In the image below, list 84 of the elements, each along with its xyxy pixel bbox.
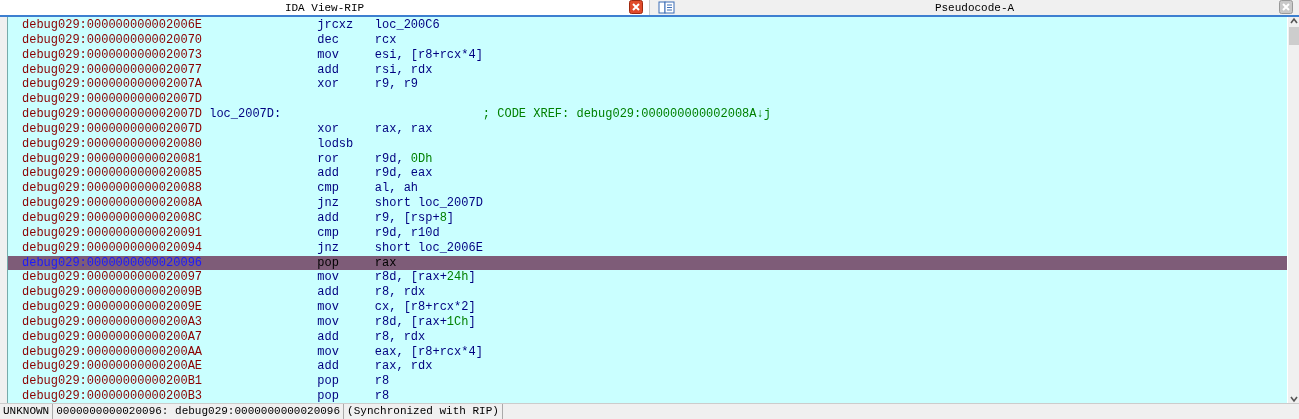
address: debug029:00000000000200AA	[22, 344, 202, 360]
operands: rax, rdx	[374, 359, 433, 375]
address: debug029:000000000002007D	[22, 92, 202, 108]
address: debug029:000000000002008A	[22, 196, 202, 211]
operands: r9d, r10d	[374, 225, 440, 241]
address: debug029:0000000000020091	[22, 225, 202, 241]
tab[interactable]: Pseudocode-A	[934, 1, 1015, 14]
operands: r9d, 0Dh	[374, 151, 433, 167]
mnemonic: add	[317, 329, 340, 345]
address: debug029:00000000000200A3	[22, 314, 202, 330]
operands: r8	[374, 389, 390, 403]
operands: esi, [r8+rcx*4]	[374, 47, 483, 63]
address: debug029:0000000000020085	[22, 166, 202, 182]
address: debug029:0000000000020073	[22, 47, 202, 63]
operands: rsi, rdx	[374, 62, 433, 78]
mnemonic: jnz	[317, 240, 340, 256]
operands: rcx	[374, 32, 397, 48]
mnemonic: cmp	[317, 181, 340, 197]
mnemonic: lodsb	[317, 136, 355, 152]
address: debug029:0000000000020077	[22, 62, 202, 78]
address: debug029:0000000000020081	[22, 151, 202, 167]
tab[interactable]: IDA View-RIP	[284, 1, 365, 14]
mnemonic: mov	[317, 270, 340, 286]
address: debug029:000000000002008C	[22, 210, 202, 226]
operands: r8, rdx	[374, 329, 426, 345]
operands: short loc_2006E	[374, 240, 483, 256]
operands: r9, r9	[374, 77, 419, 93]
mnemonic: add	[317, 285, 340, 301]
mnemonic: xor	[317, 121, 340, 137]
mnemonic: jnz	[317, 196, 340, 211]
status-text: 0000000000020096: debug029:0000000000020096	[53, 404, 345, 419]
address: debug029:000000000002007D	[22, 107, 202, 122]
close-icon[interactable]	[629, 0, 643, 14]
address: debug029:0000000000020094	[22, 240, 202, 256]
operands: short loc_2007D	[374, 196, 483, 211]
operands: r9, [rsp+8]	[374, 210, 455, 226]
operands: r9d, eax	[374, 166, 433, 182]
mnemonic: mov	[317, 344, 340, 360]
address: debug029:000000000002007A	[22, 77, 202, 93]
mnemonic: xor	[317, 77, 340, 93]
mnemonic: mov	[317, 47, 340, 63]
mnemonic: add	[317, 62, 340, 78]
address: debug029:0000000000020070	[22, 32, 202, 48]
document-icon	[658, 1, 676, 14]
mnemonic: pop	[317, 374, 340, 390]
address: debug029:0000000000020097	[22, 270, 202, 286]
operands: eax, [r8+rcx*4]	[374, 344, 483, 360]
operands: r8d, [rax+24h]	[374, 270, 476, 286]
mnemonic: add	[317, 210, 340, 226]
address: debug029:00000000000200B1	[22, 374, 202, 390]
operands: rax	[374, 255, 397, 271]
operands: r8	[374, 374, 390, 390]
address: debug029:000000000002009B	[22, 285, 202, 301]
operands: r8d, [rax+1Ch]	[374, 314, 476, 330]
mnemonic: add	[317, 359, 340, 375]
mnemonic: pop	[317, 389, 340, 403]
operands: al, ah	[374, 181, 419, 197]
scroll-thumb[interactable]	[1288, 27, 1299, 45]
address: debug029:0000000000020096	[22, 255, 202, 271]
mnemonic: pop	[317, 255, 340, 271]
operands: cx, [r8+rcx*2]	[374, 300, 476, 315]
vertical-scrollbar[interactable]	[1287, 17, 1299, 403]
address: debug029:0000000000020088	[22, 181, 202, 197]
code-label: loc_2007D:	[209, 107, 283, 122]
xref-comment: ; CODE XREF: debug029:000000000002008A↓j	[482, 107, 771, 122]
operands: loc_200C6	[374, 18, 440, 33]
mnemonic: jrcxz	[317, 18, 355, 33]
mnemonic: mov	[317, 314, 340, 330]
status-text: UNKNOWN	[0, 404, 54, 419]
operands: rax, rax	[374, 121, 433, 137]
mnemonic: dec	[317, 32, 340, 48]
operands: r8, rdx	[374, 285, 426, 301]
address: debug029:000000000002007D	[22, 121, 202, 137]
mnemonic: cmp	[317, 225, 340, 241]
address: debug029:0000000000020080	[22, 136, 202, 152]
mnemonic: add	[317, 166, 340, 182]
address: debug029:000000000002009E	[22, 300, 202, 315]
address: debug029:00000000000200B3	[22, 389, 202, 403]
mnemonic: ror	[317, 151, 340, 167]
address: debug029:000000000002006E	[22, 18, 202, 33]
address: debug029:00000000000200AE	[22, 359, 202, 375]
mnemonic: mov	[317, 300, 340, 315]
status-text: (Synchronized with RIP)	[344, 404, 503, 419]
address: debug029:00000000000200A7	[22, 329, 202, 345]
